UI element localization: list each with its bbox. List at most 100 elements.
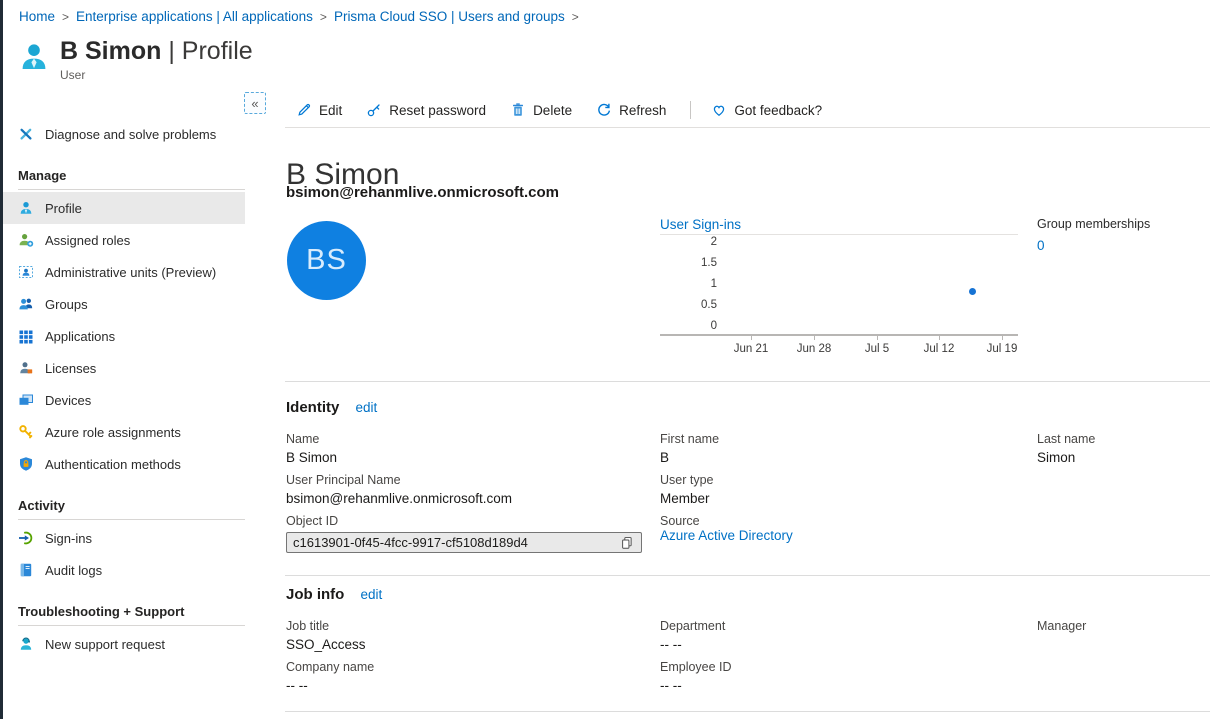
sidebar-item-label: Devices xyxy=(45,393,91,408)
sidebar-item-label: Authentication methods xyxy=(45,457,181,472)
sign-in-arrow-icon xyxy=(18,530,34,546)
field-value: -- -- xyxy=(660,678,1037,693)
job-info-heading: Job info xyxy=(286,586,344,603)
grid-icon xyxy=(18,328,34,344)
job-info-section-header: Job info edit xyxy=(286,586,382,603)
field-label: Source xyxy=(660,514,1037,528)
field-value: Member xyxy=(660,491,1037,506)
sidebar-item-label: Audit logs xyxy=(45,563,102,578)
field-label: User Principal Name xyxy=(286,473,660,487)
avatar[interactable]: BS xyxy=(287,221,366,300)
breadcrumb-separator: > xyxy=(62,10,69,24)
pencil-icon xyxy=(296,102,312,118)
dashed-box-person-icon xyxy=(18,264,34,280)
avatar-initials: BS xyxy=(306,244,347,277)
reset-password-button[interactable]: Reset password xyxy=(366,102,486,118)
sidebar-item-administrative-units[interactable]: Administrative units (Preview) xyxy=(3,256,245,288)
field-label: Manager xyxy=(1037,619,1206,633)
x-axis-tickmark xyxy=(939,336,940,340)
sidebar-item-label: Profile xyxy=(45,201,82,216)
identity-section-header: Identity edit xyxy=(286,399,377,416)
copy-icon xyxy=(620,536,634,550)
section-divider xyxy=(285,575,1210,576)
delete-button[interactable]: Delete xyxy=(510,102,572,118)
field-label: Employee ID xyxy=(660,660,1037,674)
sidebar-item-label: Administrative units (Preview) xyxy=(45,265,216,280)
identity-edit-link[interactable]: edit xyxy=(356,400,378,415)
sidebar-nav: Diagnose and solve problems Manage Profi… xyxy=(3,118,245,660)
user-sign-ins-chart: User Sign-ins 2 1.5 1 0.5 0 Jun 21 Jun 2… xyxy=(660,212,1018,362)
sidebar-item-groups[interactable]: Groups xyxy=(3,288,245,320)
user-sign-ins-link[interactable]: User Sign-ins xyxy=(660,217,741,232)
group-memberships-block: Group memberships 0 xyxy=(1037,217,1150,253)
object-id-value: c1613901-0f45-4fcc-9917-cf5108d189d4 xyxy=(293,535,619,550)
source-link[interactable]: Azure Active Directory xyxy=(660,528,793,543)
job-info-edit-link[interactable]: edit xyxy=(361,587,383,602)
field-value: bsimon@rehanmlive.onmicrosoft.com xyxy=(286,491,660,506)
breadcrumb-link-home[interactable]: Home xyxy=(19,9,55,24)
y-axis-tick: 2 xyxy=(667,236,717,248)
sidebar-item-label: Sign-ins xyxy=(45,531,92,546)
refresh-button[interactable]: Refresh xyxy=(596,102,666,118)
group-memberships-label: Group memberships xyxy=(1037,217,1150,231)
page-title-view: | Profile xyxy=(168,37,252,65)
sidebar-section-rule xyxy=(18,189,245,190)
delete-button-label: Delete xyxy=(533,103,572,118)
field-label: Job title xyxy=(286,619,660,633)
page-subtitle: User xyxy=(60,68,253,82)
sidebar-item-label: Diagnose and solve problems xyxy=(45,127,216,142)
field-value: B xyxy=(660,450,1037,465)
user-icon xyxy=(18,40,50,74)
toolbar-divider xyxy=(690,101,691,119)
sidebar-item-assigned-roles[interactable]: Assigned roles xyxy=(3,224,245,256)
sidebar-item-profile[interactable]: Profile xyxy=(3,192,245,224)
user-principal-name-header: bsimon@rehanmlive.onmicrosoft.com xyxy=(286,184,559,201)
x-axis-tick: Jun 28 xyxy=(784,343,844,355)
sidebar-section-rule xyxy=(18,625,245,626)
support-person-icon xyxy=(18,636,34,652)
book-icon xyxy=(18,562,34,578)
got-feedback-button[interactable]: Got feedback? xyxy=(711,102,822,118)
object-id-readonly-field[interactable]: c1613901-0f45-4fcc-9917-cf5108d189d4 xyxy=(286,532,642,553)
field-department: Department -- -- xyxy=(660,619,1037,660)
reset-password-button-label: Reset password xyxy=(389,103,486,118)
field-value: B Simon xyxy=(286,450,660,465)
sidebar-item-sign-ins[interactable]: Sign-ins xyxy=(3,522,245,554)
sidebar-item-applications[interactable]: Applications xyxy=(3,320,245,352)
copy-button[interactable] xyxy=(619,535,635,551)
field-label: Name xyxy=(286,432,660,446)
chart-top-rule xyxy=(660,234,1018,235)
edit-button[interactable]: Edit xyxy=(296,102,342,118)
field-empty xyxy=(1037,660,1206,701)
breadcrumb-link-enterprise-apps[interactable]: Enterprise applications | All applicatio… xyxy=(76,9,313,24)
sidebar-item-label: Applications xyxy=(45,329,115,344)
sidebar-item-audit-logs[interactable]: Audit logs xyxy=(3,554,245,586)
x-axis-tick: Jun 21 xyxy=(721,343,781,355)
field-value: Simon xyxy=(1037,450,1206,465)
sidebar-item-diagnose[interactable]: Diagnose and solve problems xyxy=(3,118,245,150)
sidebar-item-azure-role-assignments[interactable]: Azure role assignments xyxy=(3,416,245,448)
x-axis-tickmark xyxy=(814,336,815,340)
group-memberships-count-link[interactable]: 0 xyxy=(1037,238,1150,253)
refresh-icon xyxy=(596,102,612,118)
x-axis-tickmark xyxy=(751,336,752,340)
sidebar-item-new-support-request[interactable]: New support request xyxy=(3,628,245,660)
field-user-type: User type Member xyxy=(660,473,1037,514)
command-bar: Edit Reset password Delete Refresh Got f… xyxy=(296,97,846,123)
field-label: Department xyxy=(660,619,1037,633)
sidebar-item-label: New support request xyxy=(45,637,165,652)
section-divider xyxy=(285,381,1210,382)
y-axis-tick: 1 xyxy=(667,278,717,290)
sidebar-collapse-button[interactable]: « xyxy=(244,92,266,114)
person-icon xyxy=(18,200,34,216)
x-axis-tick: Jul 5 xyxy=(847,343,907,355)
field-label: First name xyxy=(660,432,1037,446)
sidebar-item-authentication-methods[interactable]: Authentication methods xyxy=(3,448,245,480)
page-title-block: B Simon | Profile User xyxy=(18,36,253,82)
field-manager: Manager xyxy=(1037,619,1206,660)
field-empty xyxy=(1037,473,1206,514)
sidebar-item-licenses[interactable]: Licenses xyxy=(3,352,245,384)
sidebar-item-devices[interactable]: Devices xyxy=(3,384,245,416)
breadcrumb-link-prisma-sso[interactable]: Prisma Cloud SSO | Users and groups xyxy=(334,9,565,24)
sidebar-section-manage: Manage xyxy=(3,166,245,186)
